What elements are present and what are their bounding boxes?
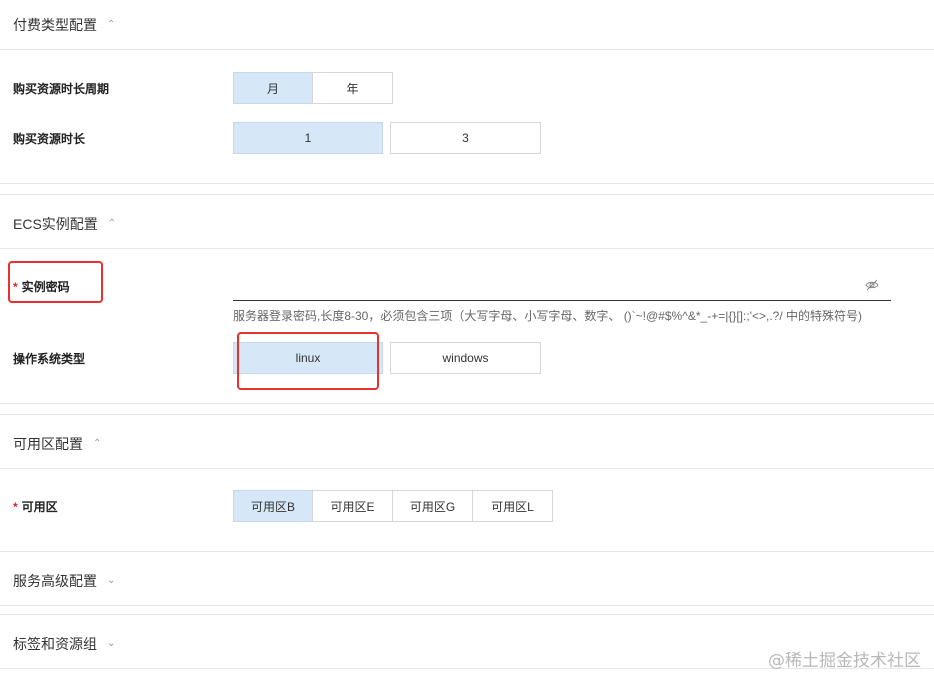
zone-option-b[interactable]: 可用区B <box>233 490 313 522</box>
section-divider <box>0 403 934 404</box>
zone-label-text: 可用区 <box>21 500 58 514</box>
duration-option-3[interactable]: 3 <box>390 122 541 154</box>
section-header-advanced[interactable]: 服务高级配置 ⌄ <box>0 556 934 606</box>
section-divider <box>0 183 934 184</box>
chevron-down-icon: ⌄ <box>107 638 116 649</box>
section-header-billing[interactable]: 付费类型配置 ⌃ <box>0 0 934 50</box>
period-unit-selector: 月 年 <box>233 72 393 104</box>
section-title-ecs: ECS实例配置 <box>13 215 98 232</box>
chevron-up-icon: ⌃ <box>93 438 102 449</box>
chevron-down-icon: ⌄ <box>107 575 116 586</box>
highlight-box-os <box>237 332 379 390</box>
section-title-billing: 付费类型配置 <box>13 16 97 33</box>
period-unit-option-year[interactable]: 年 <box>312 72 393 104</box>
zone-label: * 可用区 <box>13 498 58 515</box>
zone-selector: 可用区B 可用区E 可用区G 可用区L <box>233 490 553 522</box>
eye-off-icon[interactable] <box>865 278 879 292</box>
section-title-tags: 标签和资源组 <box>13 635 97 652</box>
section-divider <box>0 614 934 615</box>
password-input-underline <box>233 300 891 301</box>
required-marker: * <box>13 500 18 514</box>
zone-option-l[interactable]: 可用区L <box>472 490 553 522</box>
section-title-zone: 可用区配置 <box>13 435 83 452</box>
chevron-up-icon: ⌃ <box>107 218 117 229</box>
chevron-up-icon: ⌃ <box>107 19 116 30</box>
password-hint: 服务器登录密码,长度8-30，必须包含三项（大写字母、小写字母、数字、 ()`~… <box>233 309 862 323</box>
os-type-label: 操作系统类型 <box>13 352 86 366</box>
highlight-box-password <box>8 261 103 303</box>
zone-option-e[interactable]: 可用区E <box>312 490 393 522</box>
section-divider <box>0 551 934 552</box>
os-option-windows[interactable]: windows <box>390 342 541 374</box>
watermark: @稀土掘金技术社区 <box>768 651 921 671</box>
section-header-zone[interactable]: 可用区配置 ⌃ <box>0 419 934 469</box>
section-divider <box>0 414 934 415</box>
section-divider <box>0 194 934 195</box>
period-unit-option-month[interactable]: 月 <box>233 72 313 104</box>
zone-option-g[interactable]: 可用区G <box>392 490 473 522</box>
duration-option-1[interactable]: 1 <box>233 122 383 154</box>
password-input[interactable] <box>233 272 853 298</box>
section-header-ecs[interactable]: ECS实例配置 ⌃ <box>0 199 934 249</box>
period-unit-label: 购买资源时长周期 <box>13 82 110 96</box>
duration-label: 购买资源时长 <box>13 132 86 146</box>
section-title-advanced: 服务高级配置 <box>13 572 97 589</box>
duration-selector: 1 3 <box>233 122 541 154</box>
